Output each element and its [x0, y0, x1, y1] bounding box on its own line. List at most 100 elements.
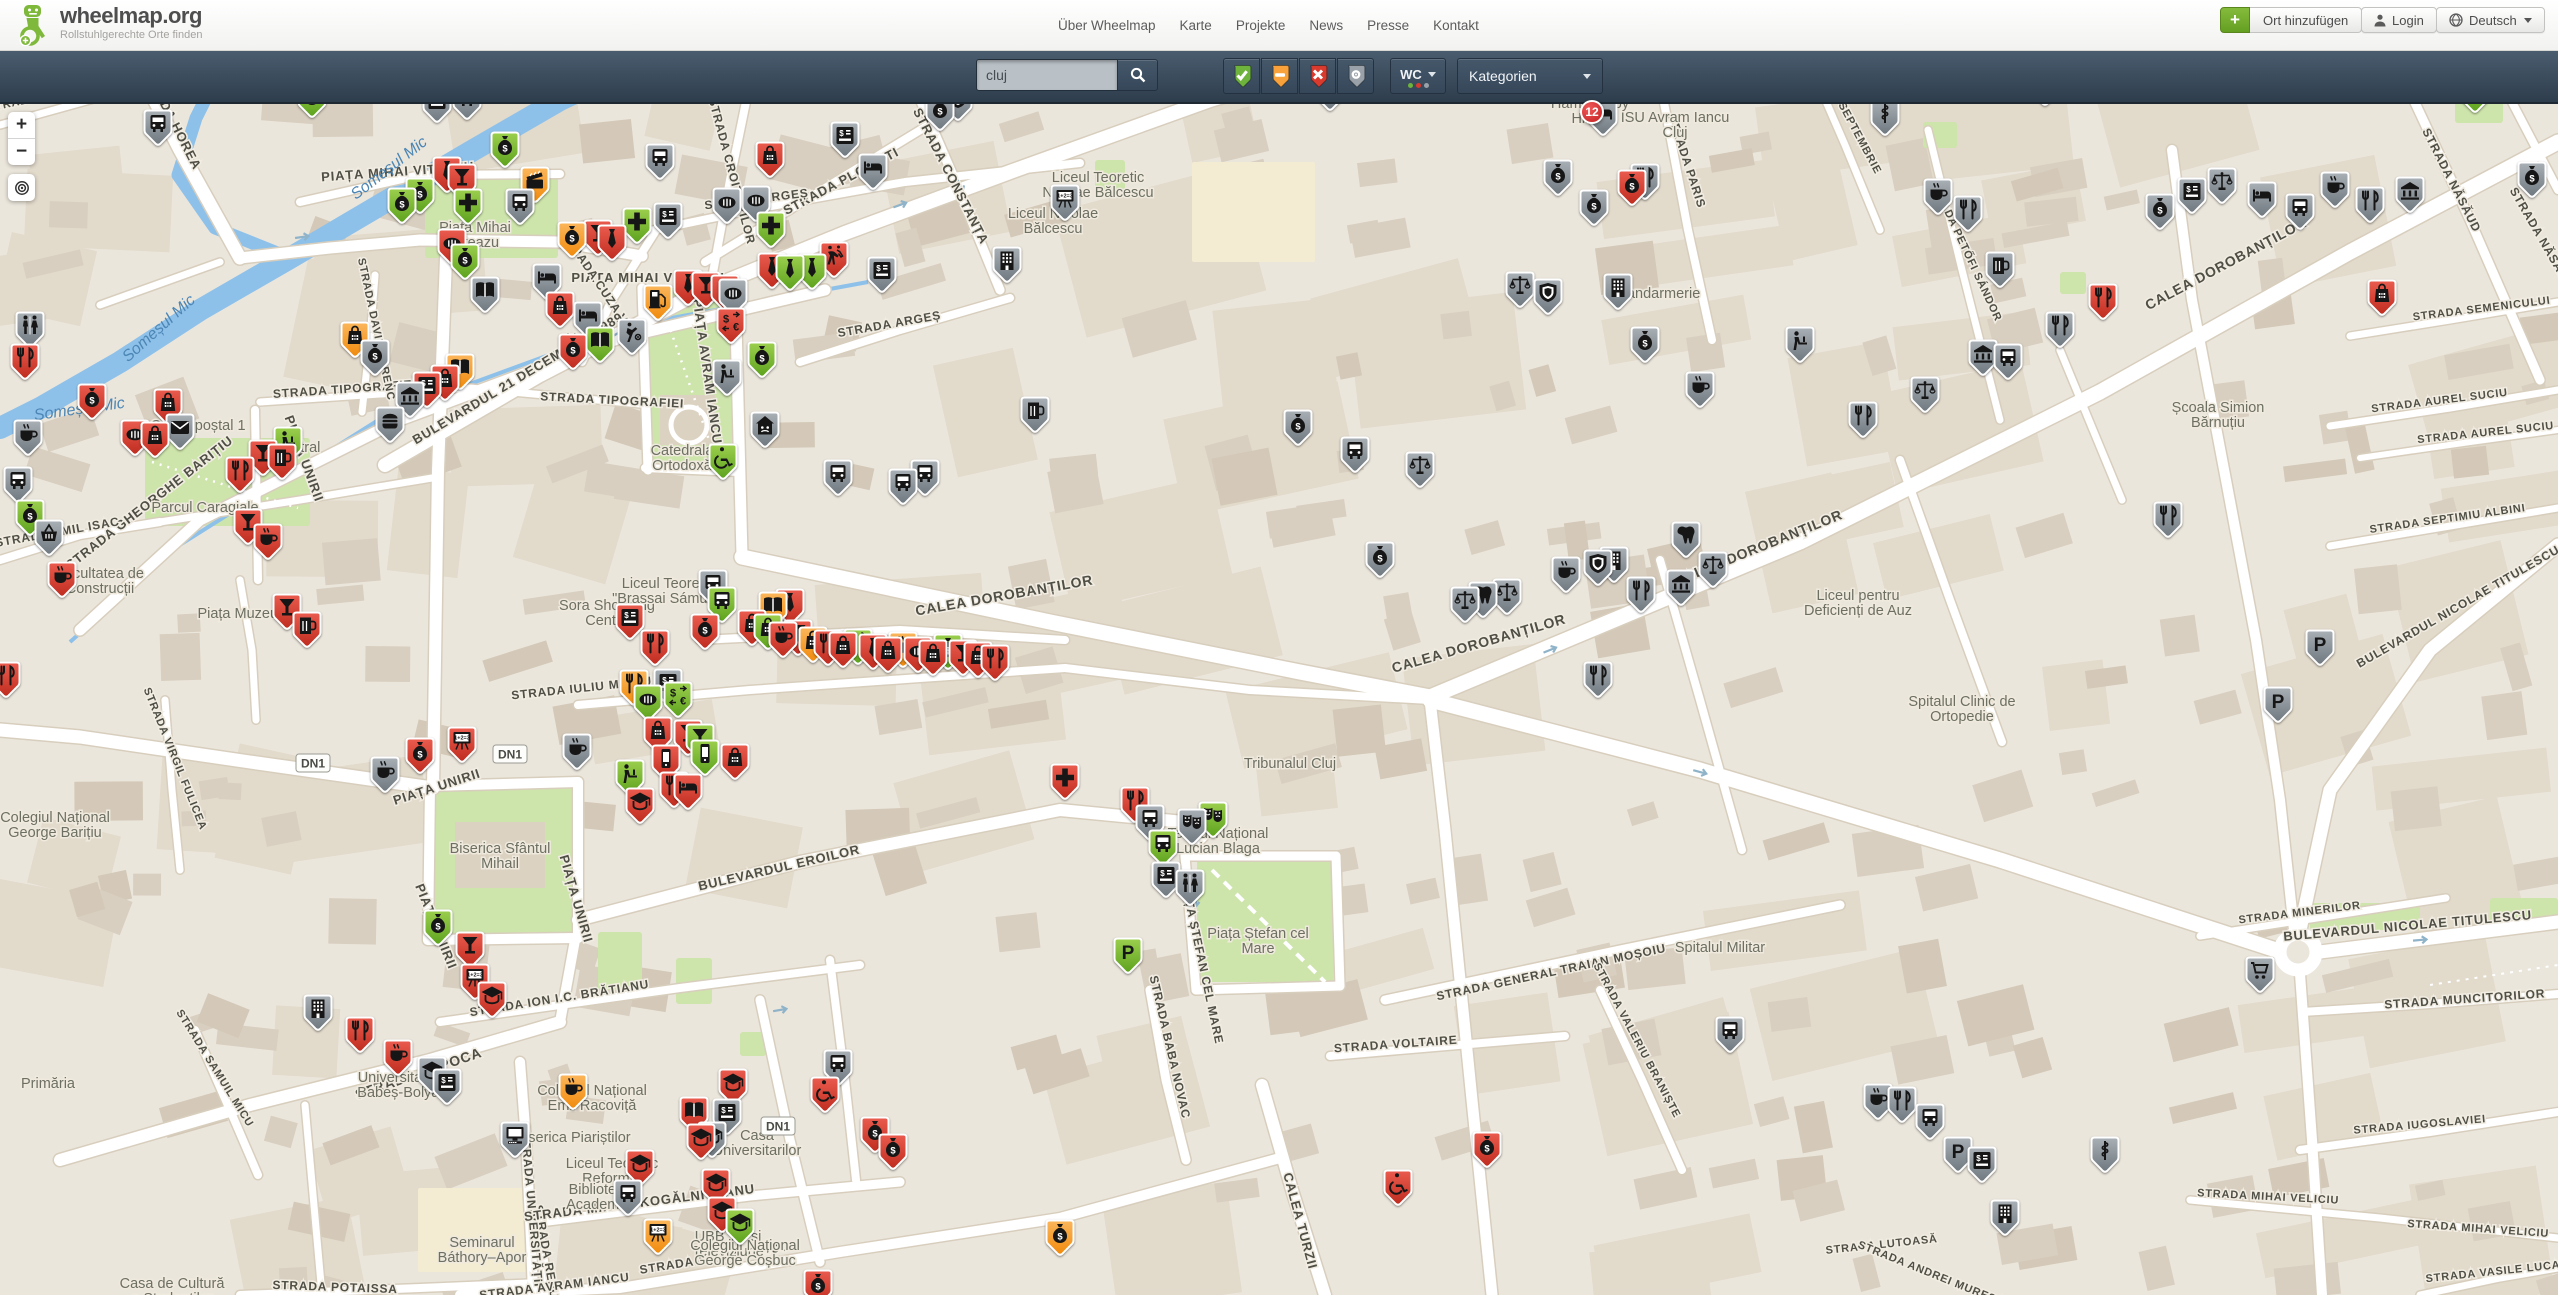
nav-news[interactable]: News	[1309, 18, 1343, 33]
building	[1627, 801, 1659, 826]
map-marker-clothing[interactable]	[777, 256, 804, 290]
map-marker-bus[interactable]	[1150, 831, 1177, 865]
building	[1915, 864, 1978, 912]
filter-status-yes[interactable]	[1223, 58, 1260, 94]
wheelmap-logo[interactable]: wheelmap.org Rollstuhlgerechte Orte find…	[16, 4, 202, 46]
map-marker-restaurant[interactable]	[642, 631, 669, 665]
map-marker-parking[interactable]	[1945, 1138, 1972, 1172]
map-marker-parking[interactable]	[1115, 939, 1142, 973]
zoom-control: + −	[8, 112, 35, 165]
map-marker-justice[interactable]	[2209, 169, 2236, 203]
map-marker-shop[interactable]	[722, 745, 749, 779]
language-selector[interactable]: Deutsch	[2436, 7, 2545, 33]
map-marker-shop[interactable]	[2369, 281, 2396, 315]
map-marker-justice[interactable]	[1452, 588, 1479, 622]
filter-status-no[interactable]	[1299, 58, 1336, 94]
building	[1336, 352, 1362, 379]
nav-presse[interactable]: Presse	[1367, 18, 1409, 33]
zoom-out-button[interactable]: −	[8, 139, 35, 165]
map-marker-pub[interactable]	[294, 613, 321, 647]
map-marker-bus[interactable]	[647, 145, 674, 179]
place-label: Liceul pentruDeficienți de Auz	[1804, 588, 1912, 619]
road	[2395, 102, 2540, 380]
map-marker-wheelchair[interactable]	[812, 1078, 839, 1112]
street-label: STRADA ANDREI MUREȘANU	[1856, 1239, 2022, 1295]
search-button[interactable]	[1117, 59, 1158, 91]
add-place-button[interactable]: + Ort hinzufügen	[2220, 7, 2362, 33]
map-marker-moneybag[interactable]	[805, 1271, 832, 1295]
map-marker-restaurant[interactable]	[2090, 285, 2117, 319]
road	[2060, 350, 2122, 500]
building	[2513, 854, 2558, 891]
map-marker-building[interactable]	[1605, 275, 1632, 309]
building	[2139, 1246, 2175, 1291]
map-marker-atm[interactable]	[1969, 1148, 1996, 1182]
map-marker-bus[interactable]	[890, 470, 917, 504]
login-button[interactable]: Login	[2361, 7, 2437, 33]
building	[328, 898, 376, 944]
map-marker-moneybag[interactable]	[1367, 543, 1394, 577]
map-marker-bus[interactable]	[825, 461, 852, 495]
map-marker-justice[interactable]	[1494, 580, 1521, 614]
building	[1506, 123, 1553, 164]
building	[322, 538, 381, 585]
map-marker-shop[interactable]	[547, 293, 574, 327]
map-marker-moneybag[interactable]	[880, 1135, 907, 1169]
map-marker-restaurant[interactable]	[2047, 313, 2074, 347]
map-marker-phone[interactable]	[692, 741, 719, 775]
map-marker-cafe[interactable]	[1687, 373, 1714, 407]
map-marker-bus[interactable]	[5, 468, 32, 502]
building	[2391, 786, 2442, 831]
map-canvas[interactable]: STRADA EMIL RACOVIȚĂSTRADA HOREAPIAȚA MI…	[0, 102, 2558, 1295]
map-marker-moneybag[interactable]	[1545, 161, 1572, 195]
map-marker-restaurant[interactable]	[1585, 663, 1612, 697]
map-marker-atm[interactable]	[1153, 863, 1180, 897]
place-label: Colegiul NaționalGeorge Coșbuc	[690, 1238, 800, 1269]
nav-projekte[interactable]: Projekte	[1236, 18, 1286, 33]
map-marker-cafe[interactable]	[564, 735, 591, 769]
search-input[interactable]	[976, 59, 1118, 91]
map-marker-cart[interactable]	[2247, 958, 2274, 992]
map-marker-pharmacy[interactable]	[1052, 765, 1079, 799]
map-marker-restaurant[interactable]	[2155, 503, 2182, 537]
map-marker-cafe[interactable]	[1553, 558, 1580, 592]
kategorien-dropdown[interactable]: Kategorien	[1457, 58, 1603, 94]
map-marker-atm[interactable]	[424, 102, 451, 122]
map-marker-university[interactable]	[627, 789, 654, 823]
map-marker-wheelchair[interactable]	[1385, 1171, 1412, 1205]
map-marker-moneybag[interactable]	[2147, 195, 2174, 229]
search-icon	[1130, 67, 1146, 83]
status-no-shield-icon	[1308, 64, 1328, 89]
map-marker-moneybag[interactable]	[749, 343, 776, 377]
map-marker-restaurant[interactable]	[0, 663, 20, 697]
filter-status-limited[interactable]	[1261, 58, 1298, 94]
building	[264, 1116, 298, 1149]
filter-status-unknown[interactable]	[1337, 58, 1374, 94]
map-marker-toilets[interactable]	[17, 313, 44, 347]
nav-kontakt[interactable]: Kontakt	[1433, 18, 1479, 33]
map-marker-doctor[interactable]	[2092, 1138, 2119, 1172]
zoom-in-button[interactable]: +	[8, 112, 35, 139]
map-marker-cafe[interactable]	[1865, 1085, 1892, 1119]
building	[2481, 691, 2527, 740]
building	[1464, 520, 1505, 555]
map-marker-restaurant[interactable]	[12, 345, 39, 379]
street-label: STRADA NĂSĂUD	[2507, 184, 2558, 291]
map-marker-police[interactable]	[1535, 280, 1562, 314]
map-marker-bus[interactable]	[1917, 1105, 1944, 1139]
building	[2104, 189, 2140, 210]
map-marker-restaurant[interactable]	[1889, 1088, 1916, 1122]
locate-me-button[interactable]	[8, 174, 35, 201]
site-title: wheelmap.org	[60, 4, 202, 28]
wheelmap-mascot-icon	[16, 4, 52, 46]
wc-filter-button[interactable]: WC	[1390, 58, 1446, 94]
map-marker-moneybag[interactable]	[1047, 1221, 1074, 1255]
building	[1972, 770, 2033, 823]
building	[2169, 1092, 2237, 1124]
map-marker-restaurant[interactable]	[347, 1018, 374, 1052]
map-marker-building[interactable]	[1992, 1201, 2019, 1235]
nav-ueber-wheelmap[interactable]: Über Wheelmap	[1058, 18, 1156, 33]
map-marker-justice[interactable]	[1407, 453, 1434, 487]
nav-karte[interactable]: Karte	[1180, 18, 1212, 33]
map-marker-atm[interactable]	[617, 605, 644, 639]
